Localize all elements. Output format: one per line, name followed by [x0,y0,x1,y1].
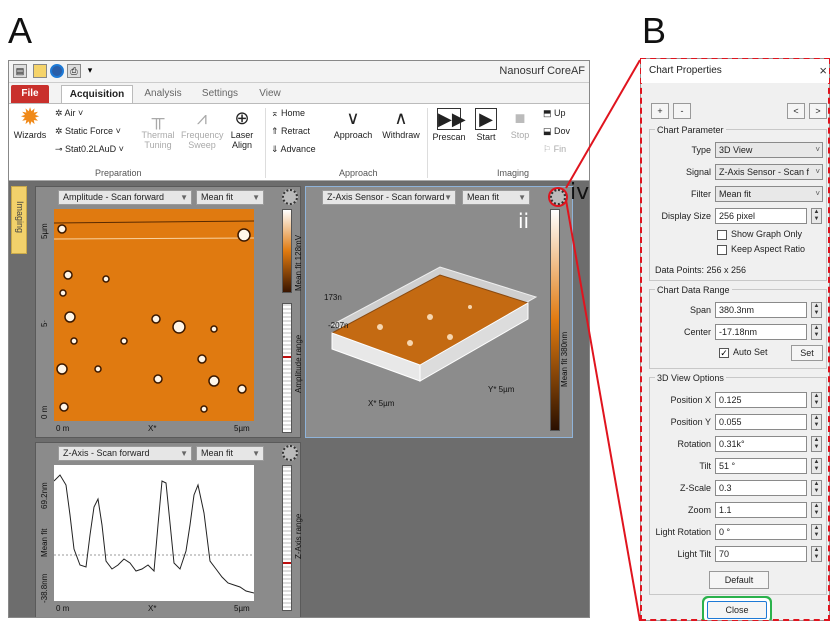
display-size-label: Display Size [661,211,711,221]
span-input[interactable]: 380.3nm [715,302,807,318]
signal-dropdown[interactable]: Z-Axis Sensor - Scan f ˅ [715,164,823,180]
close-button[interactable]: Close [707,601,767,619]
center-label: Center [683,327,711,337]
chart-properties-dialog: Chart Properties × + - < > Chart Paramet… [640,58,830,621]
dialog-title-bar: Chart Properties × [641,59,829,83]
remove-chart-button[interactable]: - [673,103,691,119]
keep-aspect-label: Keep Aspect Ratio [731,244,806,254]
position-x-spinner[interactable]: ▲ ▼ [811,392,822,408]
tilt-label: Tilt [699,461,711,471]
rotation-input[interactable]: 0.31k° [715,436,807,452]
center-input[interactable]: -17.18nm [715,324,807,340]
rotation-spinner[interactable]: ▲ ▼ [811,436,822,452]
signal-value: Z-Axis Sensor - Scan f [719,167,810,177]
light-tilt-label: Light Tilt [677,549,711,559]
auto-set-checkbox[interactable]: ✓ [719,348,729,358]
auto-set-label: Auto Set [733,347,768,357]
position-y-label: Position Y [670,417,711,427]
connector-line-top [565,59,641,189]
light-tilt-spinner[interactable]: ▲ ▼ [811,546,822,562]
tilt-spinner[interactable]: ▲ ▼ [811,458,822,474]
span-spinner[interactable]: ▲ ▼ [811,302,822,318]
zoom-input[interactable]: 1.1 [715,502,807,518]
display-size-spinner[interactable]: ▲ ▼ [811,208,822,224]
connector-line-bottom [565,199,641,621]
set-button[interactable]: Set [791,345,823,361]
chevron-down-icon: ˅ [815,189,820,198]
show-graph-only-label: Show Graph Only [731,229,803,239]
3d-view-options-heading: 3D View Options [655,373,726,383]
position-x-input[interactable]: 0.125 [715,392,807,408]
position-y-input[interactable]: 0.055 [715,414,807,430]
display-size-input[interactable]: 256 pixel [715,208,807,224]
light-rotation-spinner[interactable]: ▲ ▼ [811,524,822,540]
previous-chart-button[interactable]: < [787,103,805,119]
chart-parameter-heading: Chart Parameter [655,125,726,135]
chevron-down-icon: ˅ [815,167,820,176]
tilt-input[interactable]: 51 ° [715,458,807,474]
filter-dropdown[interactable]: Mean fit ˅ [715,186,823,202]
zoom-spinner[interactable]: ▲ ▼ [811,502,822,518]
add-chart-button[interactable]: + [651,103,669,119]
z-scale-label: Z-Scale [679,483,711,493]
center-spinner[interactable]: ▲ ▼ [811,324,822,340]
rotation-label: Rotation [677,439,711,449]
signal-label: Signal [685,167,711,177]
light-tilt-input[interactable]: 70 [715,546,807,562]
close-icon[interactable]: × [819,59,827,83]
zoom-label: Zoom [687,505,711,515]
show-graph-only-checkbox[interactable] [717,230,727,240]
next-chart-button[interactable]: > [809,103,827,119]
position-x-label: Position X [670,395,711,405]
light-rotation-label: Light Rotation [655,527,711,537]
chart-data-range-heading: Chart Data Range [655,285,732,295]
dialog-title: Chart Properties [649,65,722,76]
type-dropdown[interactable]: 3D View ˅ [715,142,823,158]
position-y-spinner[interactable]: ▲ ▼ [811,414,822,430]
filter-label: Filter [691,189,711,199]
type-label: Type [691,145,711,155]
span-label: Span [689,305,711,315]
light-rotation-input[interactable]: 0 ° [715,524,807,540]
z-scale-spinner[interactable]: ▲ ▼ [811,480,822,496]
filter-value: Mean fit [719,189,752,199]
keep-aspect-checkbox[interactable] [717,245,727,255]
chevron-down-icon: ˅ [815,145,820,154]
z-scale-input[interactable]: 0.3 [715,480,807,496]
default-button[interactable]: Default [709,571,769,589]
data-points-text: Data Points: 256 x 256 [655,265,747,275]
type-value: 3D View [719,145,753,155]
